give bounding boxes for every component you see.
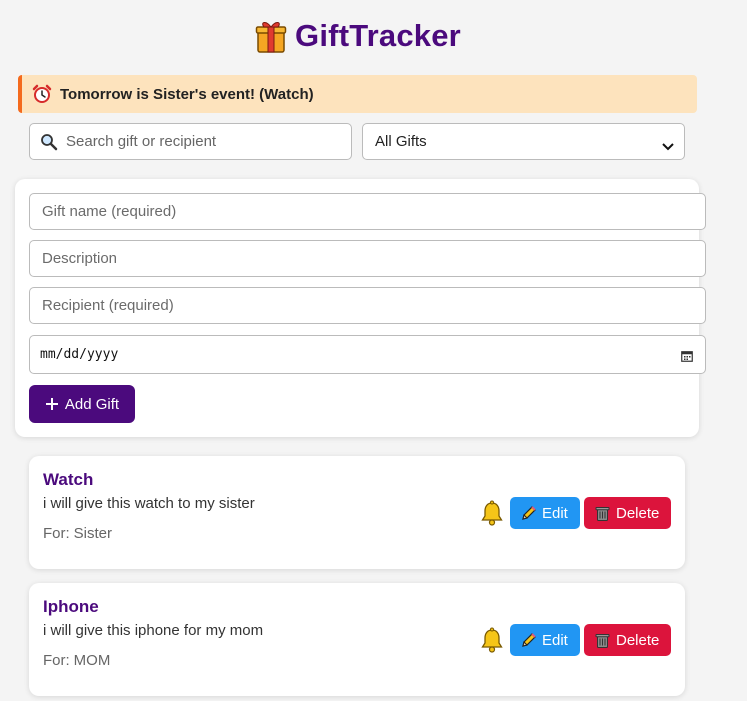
- search-box[interactable]: [29, 123, 352, 160]
- reminder-alert: Tomorrow is Sister's event! (Watch): [18, 75, 697, 113]
- chevron-down-icon: [662, 138, 674, 150]
- trash-icon: [594, 632, 611, 649]
- gift-card: Watch i will give this watch to my siste…: [29, 456, 685, 569]
- pencil-icon: [520, 505, 537, 522]
- gift-description: i will give this iphone for my mom: [43, 622, 264, 639]
- trash-icon: [594, 505, 611, 522]
- calendar-icon[interactable]: [681, 349, 693, 362]
- gift-name: Iphone: [43, 597, 99, 616]
- gift-actions: Edit Delete: [480, 497, 671, 529]
- gift-icon: [255, 19, 287, 53]
- gift-name: Watch: [43, 470, 94, 489]
- gift-recipient: For: MOM: [43, 652, 110, 669]
- recipient-field[interactable]: [29, 287, 706, 324]
- recipient-prefix: For:: [43, 652, 70, 669]
- app-header: GiftTracker: [0, 18, 716, 54]
- gift-name-input[interactable]: [40, 202, 680, 221]
- gift-description: i will give this watch to my sister: [43, 495, 255, 512]
- delete-button[interactable]: Delete: [584, 624, 671, 656]
- edit-label: Edit: [542, 631, 568, 649]
- gift-recipient: For: Sister: [43, 525, 112, 542]
- delete-label: Delete: [616, 631, 660, 649]
- bell-icon[interactable]: [480, 500, 504, 526]
- search-input[interactable]: [64, 132, 334, 151]
- add-gift-form: mm/dd/yyyy Add Gift: [15, 179, 706, 437]
- alert-text: Tomorrow is Sister's event! (Watch): [60, 85, 314, 103]
- edit-button[interactable]: Edit: [510, 497, 580, 529]
- filter-selected-value: All Gifts: [375, 133, 427, 150]
- add-gift-label: Add Gift: [64, 395, 120, 413]
- delete-button[interactable]: Delete: [584, 497, 671, 529]
- edit-button[interactable]: Edit: [510, 624, 580, 656]
- alarm-clock-icon: [32, 84, 52, 104]
- recipient-prefix: For:: [43, 525, 70, 542]
- gift-filter-select[interactable]: All Gifts: [362, 123, 685, 160]
- app-title: GiftTracker: [295, 18, 461, 53]
- pencil-icon: [520, 632, 537, 649]
- add-gift-button[interactable]: Add Gift: [29, 385, 135, 423]
- description-field[interactable]: [29, 240, 706, 277]
- delete-label: Delete: [616, 504, 660, 522]
- recipient-input[interactable]: [40, 296, 680, 315]
- description-input[interactable]: [40, 249, 680, 268]
- recipient-name: MOM: [73, 652, 111, 669]
- recipient-name: Sister: [73, 525, 113, 542]
- plus-icon: [45, 397, 59, 411]
- gift-name-field[interactable]: [29, 193, 706, 230]
- edit-label: Edit: [542, 504, 568, 522]
- gift-actions: Edit Delete: [480, 624, 671, 656]
- date-placeholder: mm/dd/yyyy: [40, 347, 119, 362]
- bell-icon[interactable]: [480, 627, 504, 653]
- search-icon: [40, 133, 58, 151]
- gift-card: Iphone i will give this iphone for my mo…: [29, 583, 685, 696]
- date-field[interactable]: mm/dd/yyyy: [29, 335, 706, 374]
